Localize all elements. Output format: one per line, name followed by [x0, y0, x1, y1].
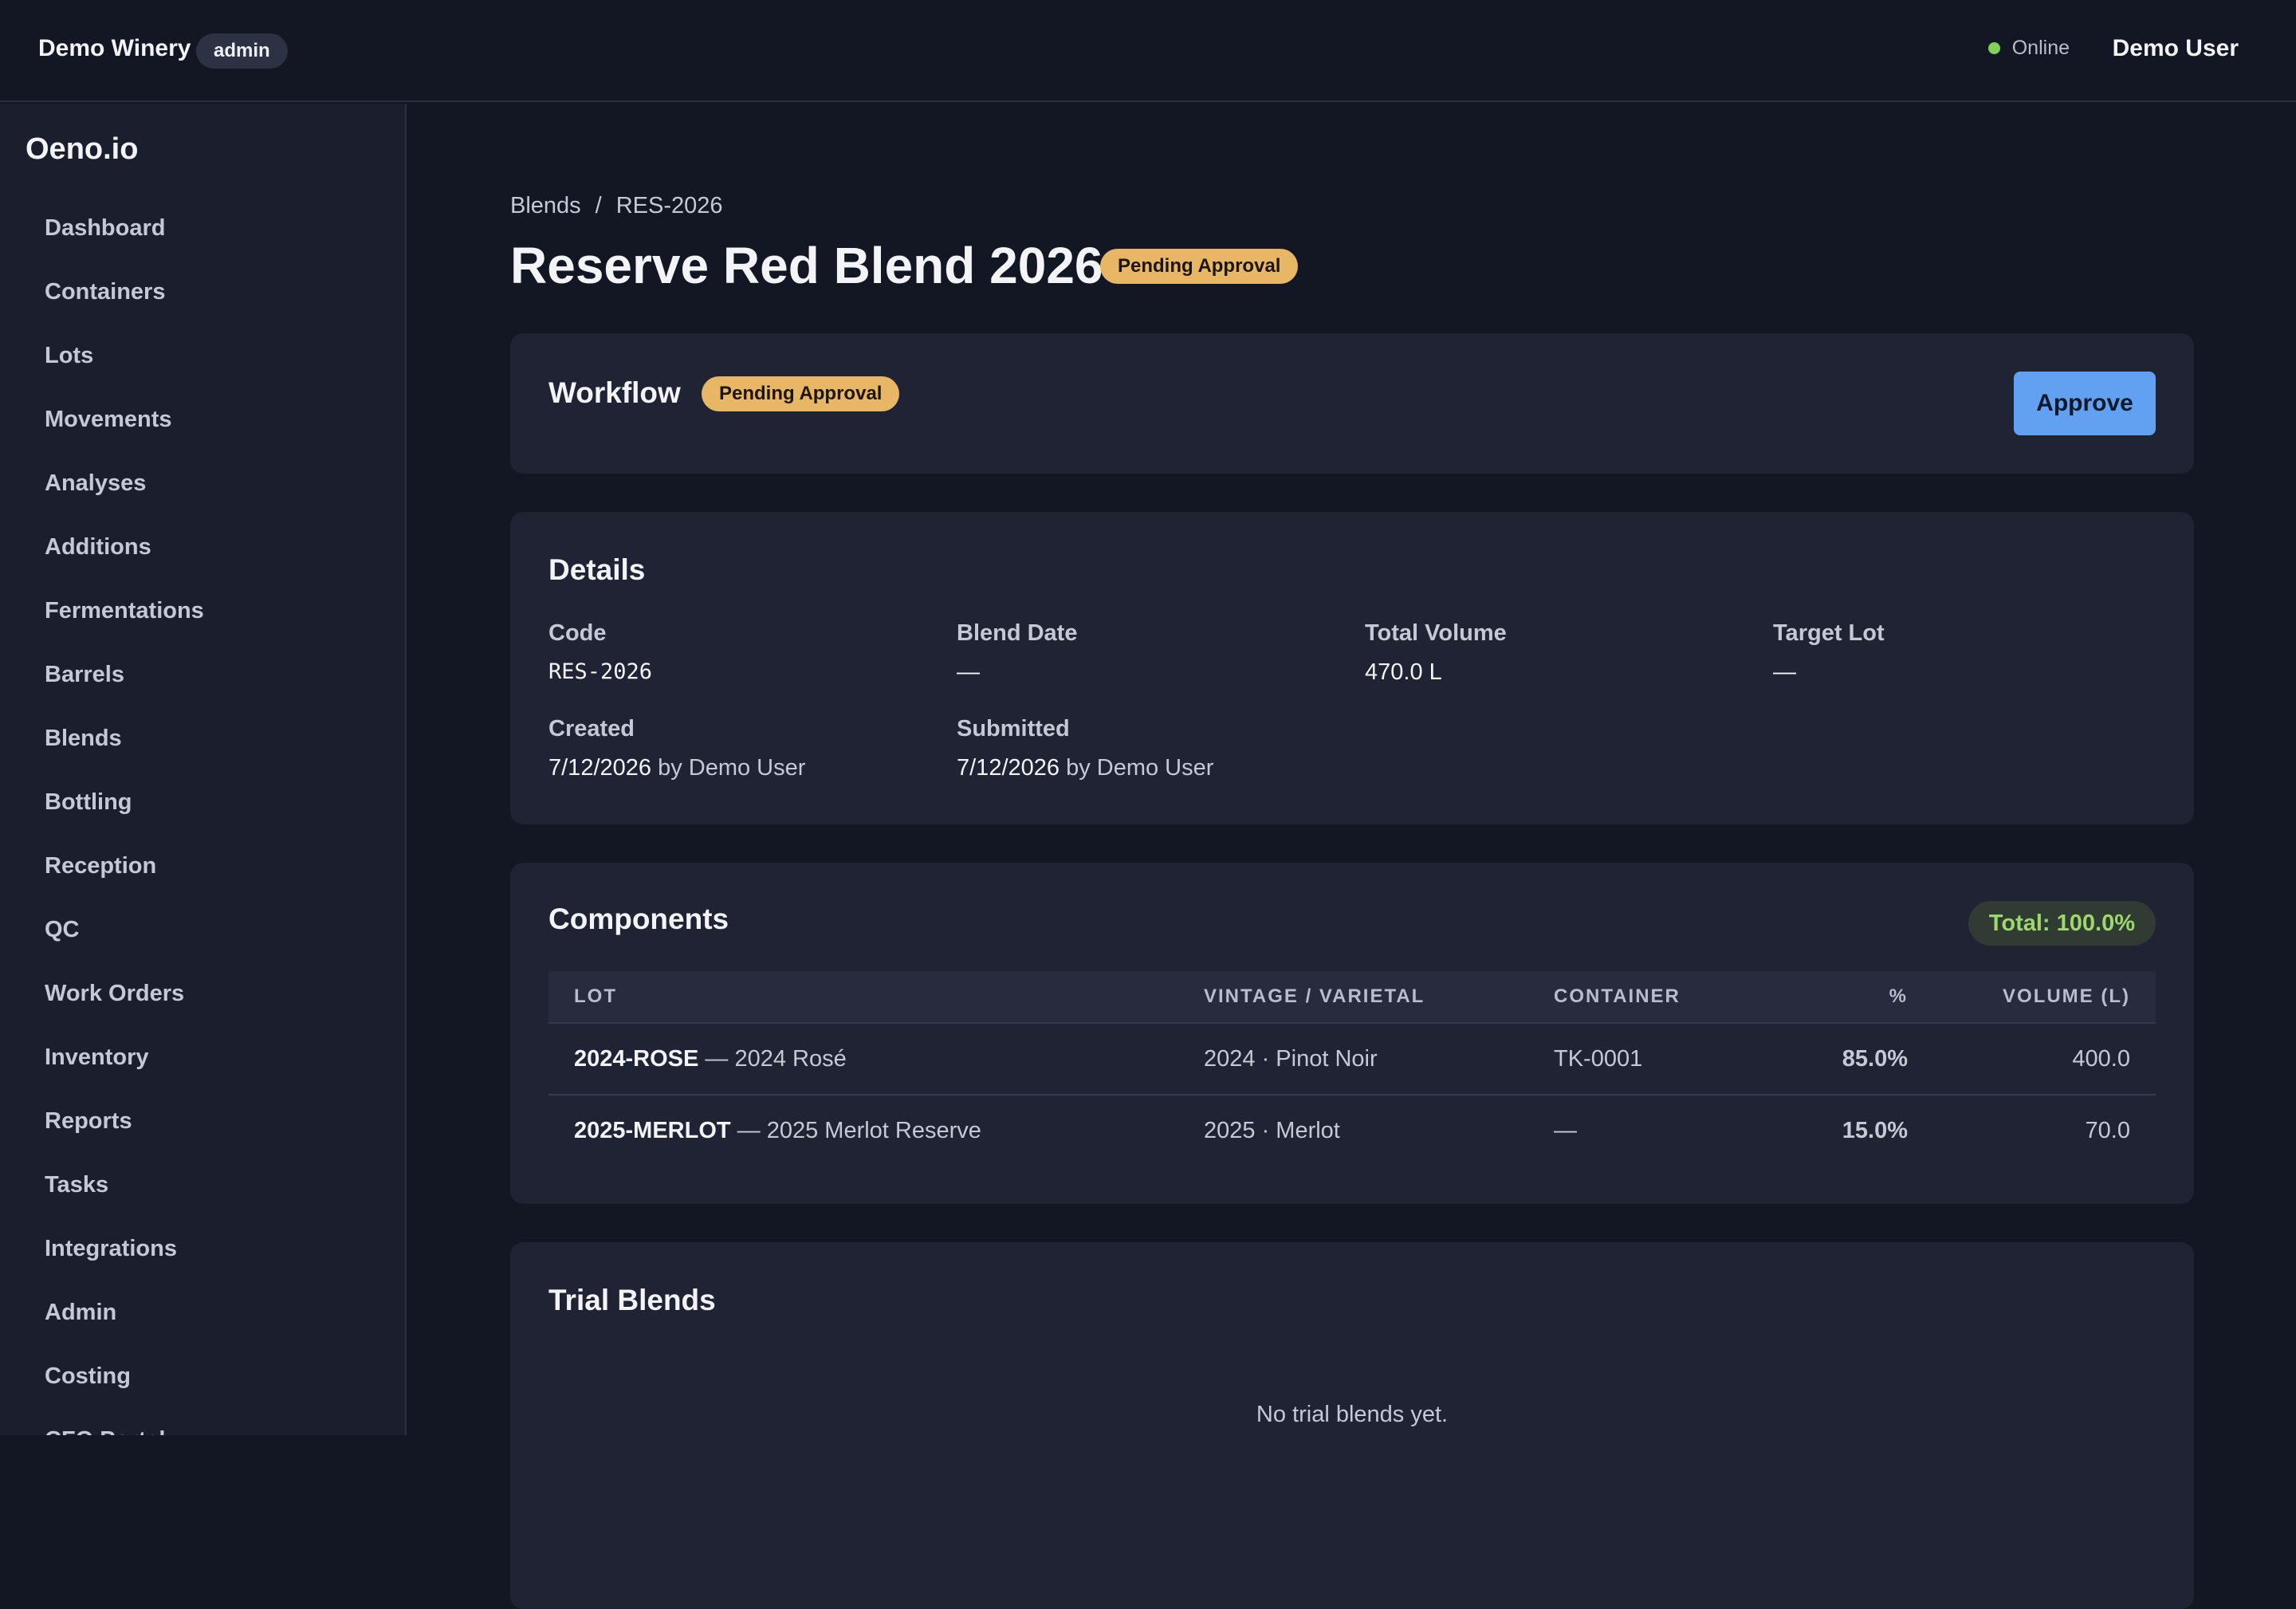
sidebar-item-blends[interactable]: Blends — [0, 706, 405, 770]
page-title: Reserve Red Blend 2026 — [510, 237, 1103, 294]
status-badge: Pending Approval — [1100, 249, 1299, 284]
org-name: Demo Winery — [38, 35, 191, 61]
field-submitted-value: 7/12/2026 by Demo User — [957, 755, 1213, 781]
submitted-by: by Demo User — [1060, 755, 1214, 781]
workflow-card: Workflow Pending Approval Approve — [510, 333, 2194, 474]
field-total-volume-label: Total Volume — [1365, 620, 1507, 646]
sidebar-item-additions[interactable]: Additions — [0, 515, 405, 579]
breadcrumb-separator: / — [595, 193, 602, 218]
sidebar-item-tasks[interactable]: Tasks — [0, 1153, 405, 1217]
cell-vintage-varietal: 2025 · Merlot — [1204, 1117, 1340, 1143]
lot-code-link[interactable]: 2024-ROSE — [574, 1046, 698, 1072]
user-menu[interactable]: Demo User — [2113, 35, 2239, 62]
sidebar-item-analyses[interactable]: Analyses — [0, 451, 405, 515]
sidebar-item-qc[interactable]: QC — [0, 898, 405, 962]
sidebar: Oeno.io Dashboard Containers Lots Moveme… — [0, 104, 407, 1435]
cell-vintage-varietal: 2024 · Pinot Noir — [1178, 1023, 1528, 1096]
sidebar-item-bottling[interactable]: Bottling — [0, 770, 405, 834]
sidebar-item-work-orders[interactable]: Work Orders — [0, 962, 405, 1025]
connection-status-label: Online — [2011, 37, 2070, 59]
approve-button[interactable]: Approve — [2014, 372, 2156, 435]
online-status-dot-icon — [1987, 42, 2000, 54]
cell-volume: 70.0 — [2085, 1117, 2130, 1143]
components-table: LOT VINTAGE / VARIETAL CONTAINER % VOLUM… — [548, 971, 2156, 1166]
sidebar-item-containers[interactable]: Containers — [0, 260, 405, 324]
column-header-volume: VOLUME (L) — [1933, 971, 2156, 1024]
field-blend-date-label: Blend Date — [957, 620, 1078, 646]
sidebar-nav: Dashboard Containers Lots Movements Anal… — [0, 196, 405, 1435]
trial-blends-empty-message: No trial blends yet. — [1256, 1402, 1449, 1427]
field-target-lot: Target Lot — — [1773, 620, 1885, 686]
lot-code-link[interactable]: 2025-MERLOT — [574, 1118, 731, 1143]
field-blend-date-value: — — [957, 659, 980, 685]
field-submitted: Submitted 7/12/2026 by Demo User — [957, 716, 1213, 781]
column-header-container: CONTAINER — [1528, 971, 1755, 1024]
field-blend-date: Blend Date — — [957, 620, 1077, 686]
field-submitted-label: Submitted — [957, 716, 1070, 742]
cell-percent: 15.0% — [1842, 1117, 1908, 1143]
cell-percent: 85.0% — [1755, 1023, 1933, 1096]
created-by: by Demo User — [651, 755, 806, 781]
field-total-volume-value: 470.0 L — [1365, 659, 1442, 685]
field-code-value: RES-2026 — [548, 659, 653, 684]
column-header-percent: % — [1755, 971, 1933, 1024]
sidebar-item-integrations[interactable]: Integrations — [0, 1217, 405, 1281]
field-created-value: 7/12/2026 by Demo User — [548, 755, 805, 781]
sidebar-item-cfo-portal[interactable]: CFO Portal — [0, 1408, 405, 1435]
cell-lot: 2025-MERLOT — 2025 Merlot Reserve — [548, 1095, 1178, 1166]
column-header-vintage-varietal: VINTAGE / VARIETAL — [1178, 971, 1528, 1024]
role-badge: admin — [196, 33, 288, 69]
sidebar-item-fermentations[interactable]: Fermentations — [0, 579, 405, 643]
sidebar-item-movements[interactable]: Movements — [0, 387, 405, 451]
field-created-label: Created — [548, 716, 635, 742]
cell-lot: 2024-ROSE — 2024 Rosé — [548, 1023, 1178, 1096]
top-bar: Demo Winery admin Online Demo User — [0, 0, 2296, 102]
brand-logo[interactable]: Oeno.io — [26, 132, 138, 167]
details-title: Details — [548, 553, 646, 586]
details-card: Details Code RES-2026 Blend Date — Total… — [510, 512, 2194, 824]
sidebar-item-costing[interactable]: Costing — [0, 1344, 405, 1408]
cell-volume: 400.0 — [1933, 1023, 2156, 1096]
breadcrumb-blends-link[interactable]: Blends — [510, 193, 581, 218]
sidebar-item-lots[interactable]: Lots — [0, 324, 405, 387]
components-title: Components — [548, 903, 729, 935]
submitted-date: 7/12/2026 — [957, 755, 1060, 781]
sidebar-item-admin[interactable]: Admin — [0, 1281, 405, 1344]
sidebar-item-reports[interactable]: Reports — [0, 1089, 405, 1153]
breadcrumb-current: RES-2026 — [615, 193, 723, 218]
column-header-lot: LOT — [548, 971, 1178, 1024]
workflow-status-badge: Pending Approval — [702, 376, 900, 411]
breadcrumb: Blends / RES-2026 — [510, 193, 723, 219]
field-code-label: Code — [548, 620, 607, 646]
connection-status: Online — [1987, 37, 2070, 60]
cell-container: — — [1554, 1117, 1577, 1143]
lot-name: — 2024 Rosé — [698, 1045, 847, 1072]
table-header-row: LOT VINTAGE / VARIETAL CONTAINER % VOLUM… — [548, 971, 2156, 1024]
trial-blends-title: Trial Blends — [548, 1284, 716, 1316]
total-percentage-badge: Total: 100.0% — [1968, 901, 2156, 946]
field-total-volume: Total Volume 470.0 L — [1365, 620, 1507, 686]
trial-blends-card: Trial Blends No trial blends yet. — [510, 1242, 2194, 1609]
sidebar-item-barrels[interactable]: Barrels — [0, 643, 405, 706]
sidebar-item-dashboard[interactable]: Dashboard — [0, 196, 405, 260]
field-code: Code RES-2026 — [548, 620, 652, 684]
field-created: Created 7/12/2026 by Demo User — [548, 716, 805, 781]
sidebar-item-reception[interactable]: Reception — [0, 834, 405, 898]
table-row[interactable]: 2025-MERLOT — 2025 Merlot Reserve 2025 ·… — [548, 1095, 2156, 1166]
lot-name: — 2025 Merlot Reserve — [730, 1117, 981, 1143]
field-target-lot-value: — — [1773, 659, 1796, 685]
cell-container: TK-0001 — [1528, 1023, 1755, 1096]
sidebar-item-inventory[interactable]: Inventory — [0, 1025, 405, 1089]
table-row[interactable]: 2024-ROSE — 2024 Rosé 2024 · Pinot Noir … — [548, 1023, 2156, 1096]
components-card: Components Total: 100.0% LOT VINTAGE / V… — [510, 863, 2194, 1204]
workflow-title: Workflow — [548, 376, 681, 409]
created-date: 7/12/2026 — [548, 755, 652, 781]
field-target-lot-label: Target Lot — [1773, 620, 1885, 646]
